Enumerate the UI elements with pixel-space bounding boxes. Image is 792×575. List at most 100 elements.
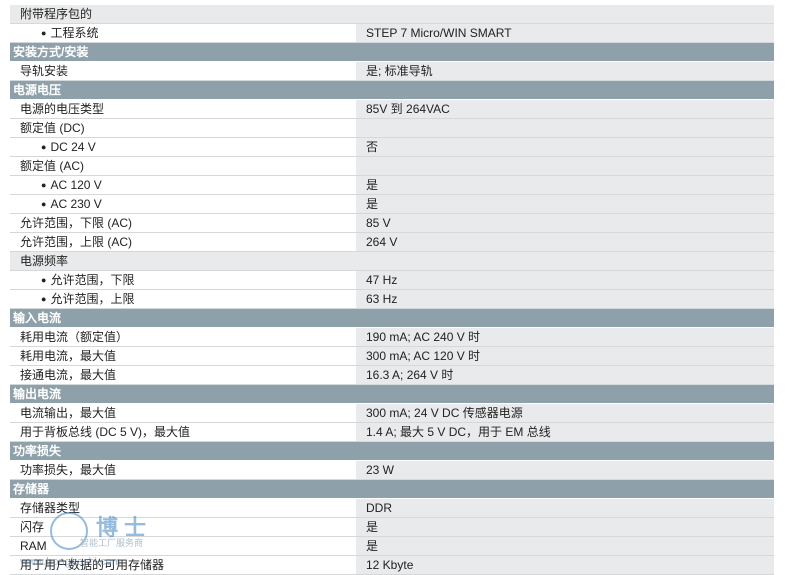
label-text: 输出电流 (13, 387, 62, 401)
spec-row: ● 工程系统 STEP 7 Micro/WIN SMART (10, 24, 774, 43)
section-header: 输出电流 (10, 385, 774, 404)
spec-row: 附带程序包的 (10, 5, 774, 24)
spec-value: 是; 标准导轨 (356, 62, 774, 80)
label-text: DC 24 V (50, 140, 96, 154)
spec-value: 63 Hz (356, 290, 774, 308)
bullet-icon: ● (41, 199, 47, 209)
spec-row: 电源频率 (10, 252, 774, 271)
spec-row: 用于用户数据的可用存储器 12 Kbyte (10, 556, 774, 575)
spec-label: 电源频率 (10, 252, 354, 270)
spec-value: 85V 到 264VAC (356, 100, 774, 118)
spec-label: 导轨安装 (10, 62, 354, 80)
spec-label: ● 允许范围，下限 (10, 271, 354, 289)
label-text: 允许范围，下限 (AC) (20, 216, 132, 230)
spec-row: 闪存 是 (10, 518, 774, 537)
label-text: 允许范围，上限 (AC) (20, 235, 132, 249)
bullet-icon: ● (41, 28, 47, 38)
spec-row: 用于背板总线 (DC 5 V)，最大值 1.4 A; 最大 5 V DC，用于 E… (10, 423, 774, 442)
spec-label: 允许范围，下限 (AC) (10, 214, 354, 232)
spec-label: 用于用户数据的可用存储器 (10, 556, 354, 574)
spec-value: 否 (356, 138, 774, 156)
label-text: 电源电压 (13, 83, 62, 97)
spec-row: 存储器类型 DDR (10, 499, 774, 518)
bullet-icon: ● (41, 142, 47, 152)
spec-label: 耗用电流，最大值 (10, 347, 354, 365)
label-text: 安装方式/安装 (13, 45, 89, 59)
spec-value (356, 252, 774, 270)
spec-value: 264 V (356, 233, 774, 251)
spec-row: 导轨安装 是; 标准导轨 (10, 62, 774, 81)
label-text: 接通电流，最大值 (20, 368, 117, 382)
spec-row: ● 允许范围，上限 63 Hz (10, 290, 774, 309)
label-text: 允许范围，上限 (50, 292, 135, 306)
spec-value: 是 (356, 537, 774, 555)
spec-row: 耗用电流（额定值） 190 mA; AC 240 V 时 (10, 328, 774, 347)
spec-value (356, 119, 774, 137)
label-text: 功率损失，最大值 (20, 463, 117, 477)
spec-label: 存储器类型 (10, 499, 354, 517)
section-header: 电源电压 (10, 81, 774, 100)
spec-row: 电源的电压类型 85V 到 264VAC (10, 100, 774, 119)
spec-label: ● 允许范围，上限 (10, 290, 354, 308)
section-title: 安装方式/安装 (10, 43, 774, 61)
spec-label: 额定值 (AC) (10, 157, 354, 175)
label-text: 额定值 (DC) (20, 121, 85, 135)
label-text: 功率损失 (13, 444, 62, 458)
spec-label: 耗用电流（额定值） (10, 328, 354, 346)
spec-label: 功率损失，最大值 (10, 461, 354, 479)
label-text: 存储器类型 (20, 501, 81, 515)
spec-value: 190 mA; AC 240 V 时 (356, 328, 774, 346)
spec-row: 电流输出，最大值 300 mA; 24 V DC 传感器电源 (10, 404, 774, 423)
spec-value: 300 mA; AC 120 V 时 (356, 347, 774, 365)
spec-table: 附带程序包的 ● 工程系统 STEP 7 Micro/WIN SMART 安装方式/安装… (10, 5, 774, 575)
spec-row: RAM 是 (10, 537, 774, 556)
spec-label: 电源的电压类型 (10, 100, 354, 118)
label-text: 用于用户数据的可用存储器 (20, 558, 165, 572)
section-title: 电源电压 (10, 81, 774, 99)
spec-value: 16.3 A; 264 V 时 (356, 366, 774, 384)
label-text: RAM (20, 539, 47, 553)
spec-label: ● 工程系统 (10, 24, 354, 42)
spec-label: ● DC 24 V (10, 138, 354, 156)
spec-value: 是 (356, 195, 774, 213)
label-text: 工程系统 (50, 26, 99, 40)
label-text: AC 120 V (50, 178, 102, 192)
bullet-icon: ● (41, 294, 47, 304)
spec-value (356, 157, 774, 175)
spec-value: 是 (356, 176, 774, 194)
spec-row: 额定值 (DC) (10, 119, 774, 138)
spec-value: 85 V (356, 214, 774, 232)
bullet-icon: ● (41, 180, 47, 190)
label-text: 用于背板总线 (DC 5 V)，最大值 (20, 425, 191, 439)
spec-value: 12 Kbyte (356, 556, 774, 574)
section-title: 输入电流 (10, 309, 774, 327)
section-header: 功率损失 (10, 442, 774, 461)
spec-value: DDR (356, 499, 774, 517)
section-title: 输出电流 (10, 385, 774, 403)
spec-label: 闪存 (10, 518, 354, 536)
spec-row: 允许范围，下限 (AC) 85 V (10, 214, 774, 233)
label-text: 闪存 (20, 520, 45, 534)
spec-row: 耗用电流，最大值 300 mA; AC 120 V 时 (10, 347, 774, 366)
label-text: 电源频率 (20, 254, 69, 268)
bullet-icon: ● (41, 275, 47, 285)
label-text: 存储器 (13, 482, 50, 496)
spec-row: ● AC 230 V 是 (10, 195, 774, 214)
spec-label: 允许范围，上限 (AC) (10, 233, 354, 251)
spec-label: RAM (10, 537, 354, 555)
spec-row: 允许范围，上限 (AC) 264 V (10, 233, 774, 252)
label-text: 耗用电流（额定值） (20, 330, 129, 344)
label-text: AC 230 V (50, 197, 102, 211)
spec-row: 接通电流，最大值 16.3 A; 264 V 时 (10, 366, 774, 385)
spec-value: 1.4 A; 最大 5 V DC，用于 EM 总线 (356, 423, 774, 441)
section-header: 存储器 (10, 480, 774, 499)
label-text: 导轨安装 (20, 64, 69, 78)
section-header: 安装方式/安装 (10, 43, 774, 62)
spec-label: ● AC 120 V (10, 176, 354, 194)
spec-row: 额定值 (AC) (10, 157, 774, 176)
spec-value (356, 5, 774, 23)
label-text: 输入电流 (13, 311, 62, 325)
spec-value: 23 W (356, 461, 774, 479)
spec-row: ● DC 24 V否 (10, 138, 774, 157)
label-text: 额定值 (AC) (20, 159, 84, 173)
